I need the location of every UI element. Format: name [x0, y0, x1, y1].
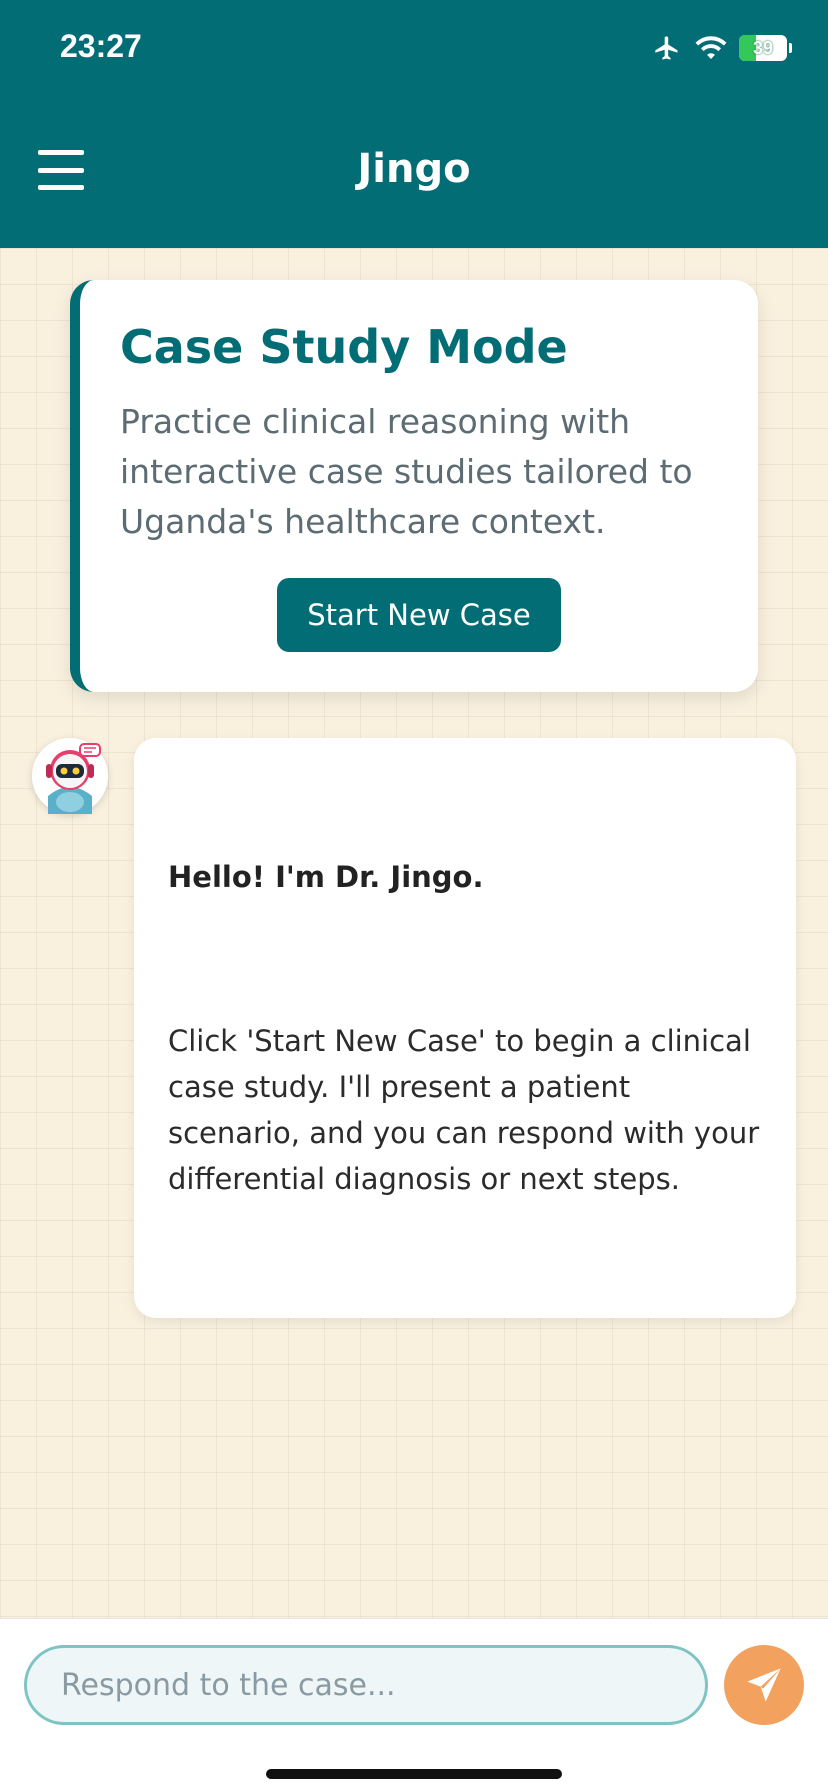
status-time: 23:27	[60, 28, 142, 64]
robot-icon	[32, 738, 108, 814]
battery-icon: 39	[739, 35, 787, 61]
bot-avatar	[32, 738, 108, 814]
battery-level: 39	[752, 37, 774, 58]
composer	[0, 1618, 828, 1792]
status-icons: 39	[651, 34, 792, 62]
start-new-case-button[interactable]: Start New Case	[277, 578, 561, 652]
top-bar: 23:27 39 Jingo	[0, 0, 828, 248]
home-indicator	[266, 1769, 562, 1779]
send-icon	[747, 1668, 781, 1702]
message-body: Click 'Start New Case' to begin a clinic…	[168, 1024, 760, 1196]
send-button[interactable]	[724, 1645, 804, 1725]
case-card-title: Case Study Mode	[120, 320, 568, 374]
case-study-card: Case Study Mode Practice clinical reason…	[70, 280, 758, 692]
battery-tip	[789, 43, 792, 53]
app-header: Jingo	[0, 96, 828, 248]
case-card-description: Practice clinical reasoning with interac…	[120, 402, 693, 542]
message-greeting: Hello! I'm Dr. Jingo.	[168, 860, 484, 894]
wifi-icon	[695, 36, 727, 60]
response-input[interactable]	[24, 1645, 708, 1725]
app-title: Jingo	[357, 146, 471, 192]
bot-message: Hello! I'm Dr. Jingo. Click 'Start New C…	[134, 738, 796, 1318]
airplane-icon	[655, 36, 678, 60]
